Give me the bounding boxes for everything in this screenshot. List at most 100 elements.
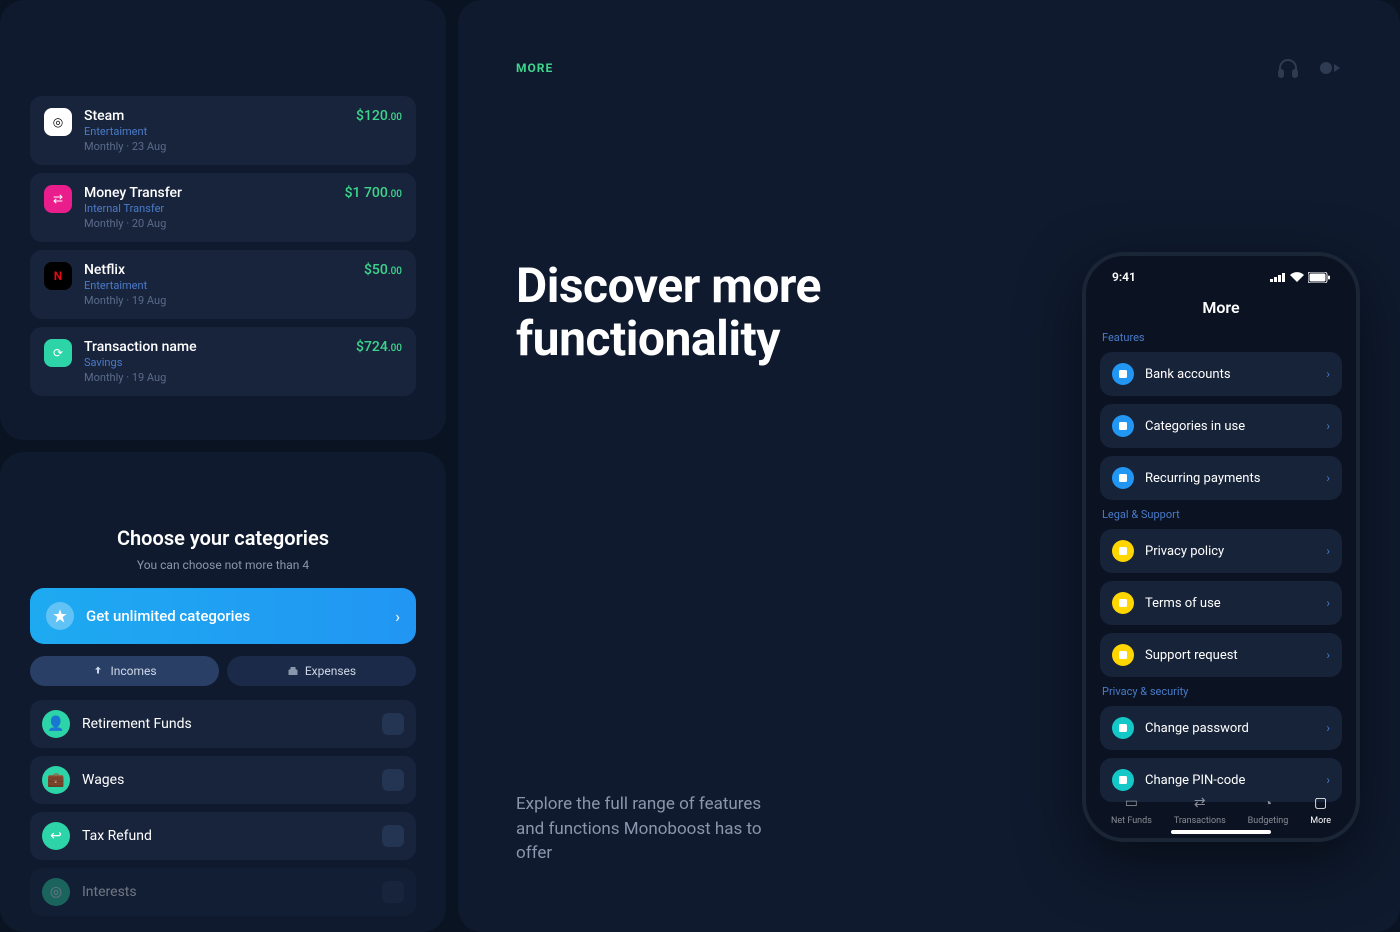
transaction-category: Internal Transfer <box>84 202 333 215</box>
transaction-row[interactable]: ◎ Steam Entertaiment Monthly · 23 Aug $1… <box>30 96 416 165</box>
menu-icon <box>1112 540 1134 562</box>
chevron-right-icon: › <box>1326 721 1330 735</box>
savings-icon: ⟳ <box>44 339 72 367</box>
phone-tab[interactable]: ▢ More <box>1310 795 1331 826</box>
unlimited-categories-button[interactable]: Get unlimited categories › <box>30 588 416 644</box>
category-item[interactable]: 👤 Retirement Funds <box>30 700 416 748</box>
transaction-amount: $50.00 <box>364 262 402 278</box>
tab-label: More <box>1310 816 1331 826</box>
home-indicator <box>1171 830 1271 834</box>
transaction-name: Netflix <box>84 262 352 278</box>
menu-item-label: Change password <box>1145 721 1315 736</box>
phone-menu-item[interactable]: Bank accounts › <box>1100 352 1342 396</box>
categories-title: Choose your categories <box>30 526 416 550</box>
tab-label: Transactions <box>1174 816 1226 826</box>
tab-icon: ▢ <box>1312 795 1330 813</box>
menu-item-label: Change PIN-code <box>1145 773 1315 788</box>
segment-incomes[interactable]: Incomes <box>30 656 219 686</box>
tab-label: Budgeting <box>1248 816 1289 826</box>
transaction-name: Steam <box>84 108 344 124</box>
chevron-right-icon: › <box>1326 367 1330 381</box>
category-icon: ↩ <box>42 822 70 850</box>
feature-panel: MORE Discover morefunctionality Explore … <box>458 0 1400 932</box>
tab-icon: ◔ <box>1259 795 1277 813</box>
transaction-category: Entertaiment <box>84 125 344 138</box>
chevron-right-icon: › <box>1326 544 1330 558</box>
transaction-row[interactable]: N Netflix Entertaiment Monthly · 19 Aug … <box>30 250 416 319</box>
section-label: MORE <box>516 61 553 75</box>
category-checkbox[interactable] <box>382 881 404 903</box>
phone-mockup: 9:41 More Features Bank accounts › Categ… <box>1082 252 1360 842</box>
chevron-right-icon: › <box>395 607 400 626</box>
categories-card: Choose your categories You can choose no… <box>0 452 446 932</box>
wifi-icon <box>1290 272 1304 282</box>
menu-item-label: Privacy policy <box>1145 544 1315 559</box>
category-item[interactable]: ↩ Tax Refund <box>30 812 416 860</box>
phone-tabbar: ▭ Net Funds ⇄ Transactions ◔ Budgeting ▢ Mo… <box>1100 789 1342 826</box>
tab-label: Net Funds <box>1111 816 1152 826</box>
menu-item-label: Categories in use <box>1145 419 1315 434</box>
segment-expenses[interactable]: Expenses <box>227 656 416 686</box>
unlimited-label: Get unlimited categories <box>86 607 383 625</box>
tab-icon: ⇄ <box>1191 795 1209 813</box>
phone-section-label: Features <box>1102 331 1342 344</box>
chevron-right-icon: › <box>1326 648 1330 662</box>
menu-item-label: Recurring payments <box>1145 471 1315 486</box>
category-item[interactable]: ◎ Interests <box>30 868 416 916</box>
categories-subtitle: You can choose not more than 4 <box>30 558 416 572</box>
phone-menu-item[interactable]: Categories in use › <box>1100 404 1342 448</box>
menu-icon <box>1112 415 1134 437</box>
category-icon: 👤 <box>42 710 70 738</box>
category-label: Tax Refund <box>82 828 370 844</box>
menu-icon <box>1112 363 1134 385</box>
transaction-name: Transaction name <box>84 339 344 355</box>
transactions-card: ◎ Steam Entertaiment Monthly · 23 Aug $1… <box>0 0 446 440</box>
phone-tab[interactable]: ◔ Budgeting <box>1248 795 1289 826</box>
menu-item-label: Terms of use <box>1145 596 1315 611</box>
category-checkbox[interactable] <box>382 825 404 847</box>
phone-menu-item[interactable]: Support request › <box>1100 633 1342 677</box>
phone-section-label: Privacy & security <box>1102 685 1342 698</box>
category-icon: 💼 <box>42 766 70 794</box>
phone-tab[interactable]: ⇄ Transactions <box>1174 795 1226 826</box>
phone-tab[interactable]: ▭ Net Funds <box>1111 795 1152 826</box>
phone-menu-item[interactable]: Terms of use › <box>1100 581 1342 625</box>
phone-section-label: Legal & Support <box>1102 508 1342 521</box>
transaction-frequency: Monthly · 19 Aug <box>84 371 344 384</box>
headphones-icon[interactable] <box>1276 56 1300 80</box>
transaction-row[interactable]: ⇄ Money Transfer Internal Transfer Month… <box>30 173 416 242</box>
chevron-right-icon: › <box>1326 596 1330 610</box>
transaction-amount: $724.00 <box>356 339 402 355</box>
netflix-icon: N <box>44 262 72 290</box>
menu-item-label: Bank accounts <box>1145 367 1315 382</box>
phone-page-title: More <box>1100 298 1342 317</box>
category-label: Retirement Funds <box>82 716 370 732</box>
category-icon: ◎ <box>42 878 70 906</box>
signal-icon <box>1270 272 1286 282</box>
menu-icon <box>1112 769 1134 791</box>
transaction-amount: $1 700.00 <box>345 185 402 201</box>
chevron-right-icon: › <box>1326 419 1330 433</box>
logout-icon[interactable] <box>1318 56 1342 80</box>
menu-icon <box>1112 467 1134 489</box>
transaction-row[interactable]: ⟳ Transaction name Savings Monthly · 19 … <box>30 327 416 396</box>
chevron-right-icon: › <box>1326 471 1330 485</box>
transaction-amount: $120.00 <box>356 108 402 124</box>
transaction-category: Entertaiment <box>84 279 352 292</box>
category-label: Interests <box>82 884 370 900</box>
status-time: 9:41 <box>1112 270 1136 284</box>
category-checkbox[interactable] <box>382 769 404 791</box>
tab-icon: ▭ <box>1122 795 1140 813</box>
hero-subtitle: Explore the full range of features and f… <box>458 792 778 866</box>
category-label: Wages <box>82 772 370 788</box>
phone-menu-item[interactable]: Privacy policy › <box>1100 529 1342 573</box>
transaction-frequency: Monthly · 23 Aug <box>84 140 344 153</box>
battery-icon <box>1308 272 1330 283</box>
star-icon <box>46 602 74 630</box>
category-item[interactable]: 💼 Wages <box>30 756 416 804</box>
menu-item-label: Support request <box>1145 648 1315 663</box>
phone-menu-item[interactable]: Recurring payments › <box>1100 456 1342 500</box>
phone-menu-item[interactable]: Change password › <box>1100 706 1342 750</box>
category-checkbox[interactable] <box>382 713 404 735</box>
phone-statusbar: 9:41 <box>1100 270 1342 284</box>
